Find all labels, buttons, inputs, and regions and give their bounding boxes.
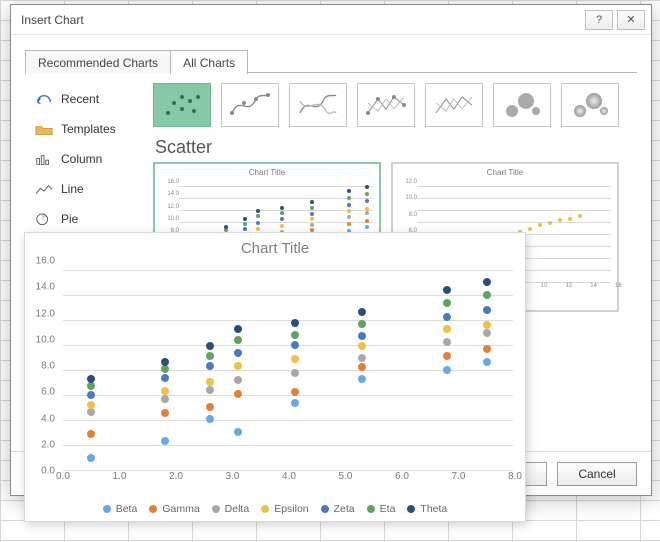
close-icon: ✕ <box>626 13 635 26</box>
subtype-scatter[interactable] <box>153 83 211 127</box>
subtype-scatter-lines[interactable] <box>425 83 483 127</box>
titlebar: Insert Chart ? ✕ <box>11 5 651 35</box>
sidebar-item-templates[interactable]: Templates <box>35 119 149 139</box>
sidebar-item-label: Templates <box>61 122 116 136</box>
line-icon <box>35 182 53 196</box>
chart-subtype-strip <box>153 83 633 127</box>
cancel-button[interactable]: Cancel <box>557 462 637 486</box>
folder-icon <box>35 122 53 136</box>
help-button[interactable]: ? <box>585 10 613 30</box>
chart-title: Chart Title <box>25 233 525 261</box>
preview-title: Chart Title <box>399 168 611 177</box>
column-icon <box>35 152 53 166</box>
sidebar-item-label: Pie <box>61 212 78 226</box>
sidebar-item-pie[interactable]: Pie <box>35 209 149 229</box>
subtype-scatter-smooth[interactable] <box>289 83 347 127</box>
preview-title: Chart Title <box>161 168 373 177</box>
chart-preview-popup: Chart Title 0.02.04.06.08.010.012.014.01… <box>24 232 526 522</box>
sidebar-item-line[interactable]: Line <box>35 179 149 199</box>
legend: BetaGammaDeltaEpsilonZetaEtaTheta <box>25 503 525 515</box>
tab-recommended[interactable]: Recommended Charts <box>25 50 171 74</box>
subtype-scatter-smooth-markers[interactable] <box>221 83 279 127</box>
tabstrip: Recommended Charts All Charts <box>25 47 637 73</box>
sidebar-item-column[interactable]: Column <box>35 149 149 169</box>
subtype-bubble-3d[interactable] <box>561 83 619 127</box>
plot-area <box>63 263 513 471</box>
recent-icon <box>35 92 53 106</box>
subtype-scatter-lines-markers[interactable] <box>357 83 415 127</box>
sidebar-item-recent[interactable]: Recent <box>35 89 149 109</box>
tab-all-charts[interactable]: All Charts <box>170 50 248 74</box>
sidebar-item-label: Recent <box>61 92 99 106</box>
sidebar-item-label: Column <box>61 152 102 166</box>
close-button[interactable]: ✕ <box>617 10 645 30</box>
sidebar-item-label: Line <box>61 182 84 196</box>
pie-icon <box>35 212 53 226</box>
help-icon: ? <box>596 14 602 26</box>
dialog-title: Insert Chart <box>21 13 581 27</box>
subtype-bubble[interactable] <box>493 83 551 127</box>
subtype-title: Scatter <box>155 137 633 158</box>
